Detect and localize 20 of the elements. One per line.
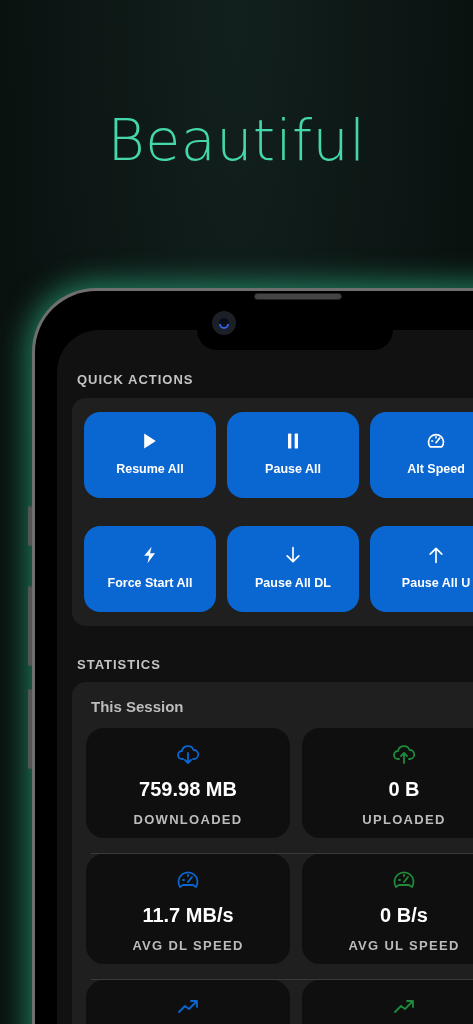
section-title: QUICK ACTIONS — [77, 371, 195, 389]
section-title: STATISTICS — [77, 655, 162, 674]
action-button[interactable]: Force Start All — [84, 525, 216, 612]
camera-icon — [212, 311, 236, 335]
headline: Beautiful — [107, 106, 366, 176]
action-button[interactable]: Resume All — [84, 411, 216, 498]
down-arrow-icon — [283, 544, 303, 565]
stat-label: AVG UL SPEED — [348, 936, 460, 955]
stat-value: 11.7 MB/s — [142, 902, 234, 928]
action-button[interactable]: Pause All DL — [227, 525, 359, 612]
stat-label: UPLOADED — [362, 810, 446, 829]
stat-value: 0 B — [388, 776, 420, 802]
stat-value: 0 B/s — [380, 902, 428, 928]
card-title: This Session — [91, 697, 185, 717]
action-button[interactable]: Alt Speed — [370, 411, 473, 498]
action-button[interactable]: Pause All U — [370, 525, 473, 612]
stat-label: AVG DL SPEED — [132, 936, 244, 955]
stat-label: DOWNLOADED — [133, 810, 243, 829]
stat-value: 759.98 MB — [139, 776, 237, 802]
action-button[interactable]: Pause All — [227, 411, 359, 498]
